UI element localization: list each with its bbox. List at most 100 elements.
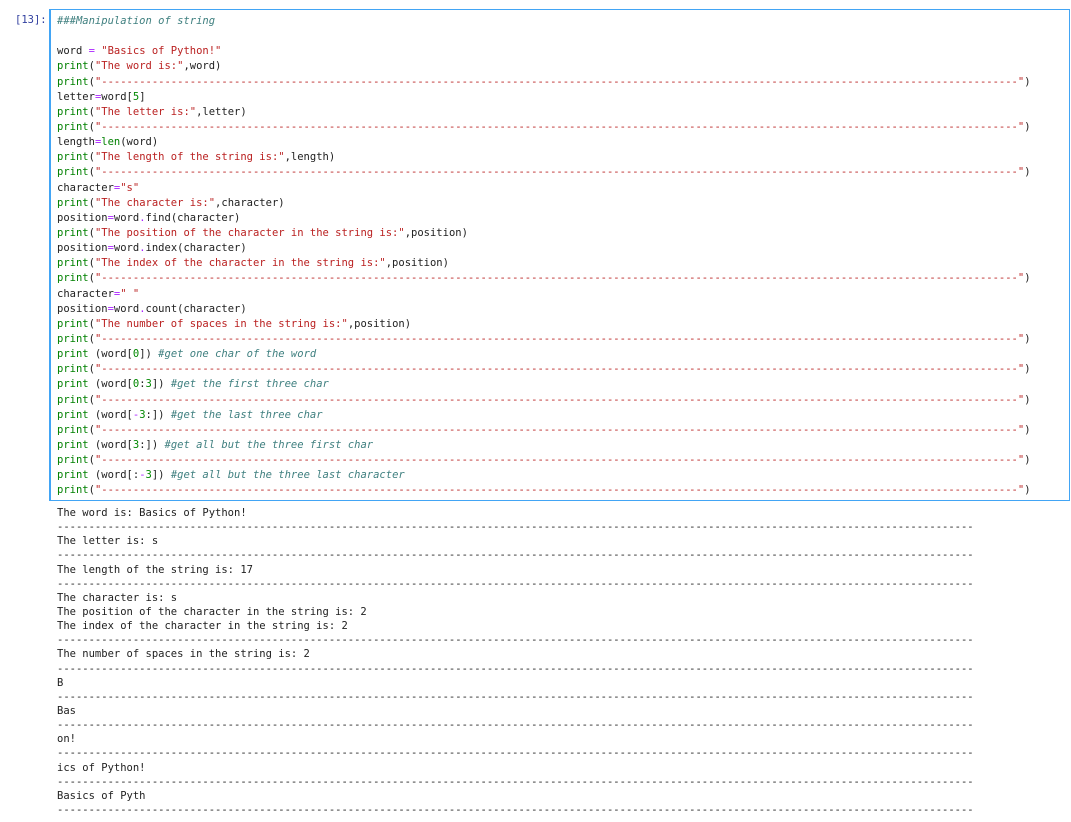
code-token: character: [57, 181, 114, 194]
code-token: (word[: [88, 378, 133, 391]
code-line[interactable]: print("The letter is:",letter): [57, 105, 1031, 120]
code-token: #get all but the three first char: [164, 438, 374, 451]
code-token: (word[: [88, 348, 133, 361]
code-token: print: [57, 423, 89, 436]
code-line[interactable]: print("---------------------------------…: [57, 75, 1031, 90]
code-line[interactable]: print("---------------------------------…: [57, 120, 1031, 135]
code-line[interactable]: print("The word is:",word): [57, 59, 1031, 74]
code-token: ): [1024, 423, 1031, 436]
code-token: #get the first three char: [170, 378, 329, 391]
code-line[interactable]: print("---------------------------------…: [57, 271, 1031, 286]
code-token: "---------------------------------------…: [94, 393, 1025, 406]
code-line[interactable]: print("The position of the character in …: [57, 226, 1031, 241]
code-line[interactable]: print("The index of the character in the…: [57, 256, 1031, 271]
code-token: word: [57, 45, 89, 58]
code-token: length: [57, 136, 95, 149]
code-token: ,position): [347, 317, 412, 330]
code-line[interactable]: print("The number of spaces in the strin…: [57, 317, 1031, 332]
code-token: word: [113, 211, 140, 224]
code-line[interactable]: [57, 29, 1031, 44]
code-token: print: [57, 363, 89, 376]
output-line: ----------------------------------------…: [57, 577, 974, 590]
code-line[interactable]: print (word[-3:]) #get the last three ch…: [57, 408, 1031, 423]
code-token: find(character): [145, 211, 241, 224]
code-line[interactable]: length=len(word): [57, 135, 1031, 150]
code-line[interactable]: letter=word[5]: [57, 90, 1031, 105]
code-line[interactable]: print("---------------------------------…: [57, 332, 1031, 347]
code-token: print: [57, 454, 89, 467]
code-token: position: [57, 211, 108, 224]
code-line[interactable]: print (word[0]) #get one char of the wor…: [57, 347, 1031, 362]
code-line[interactable]: print("The length of the string is:",len…: [57, 150, 1031, 165]
code-token: ,position): [404, 226, 468, 239]
code-token: ]): [139, 348, 159, 361]
output-line: The length of the string is: 17: [57, 563, 253, 576]
code-line[interactable]: print (word[:-3]) #get all but the three…: [57, 468, 1031, 483]
code-token: print: [57, 257, 89, 270]
code-token: ): [1024, 75, 1031, 88]
code-token: ]: [139, 90, 146, 103]
code-token: print: [57, 120, 89, 133]
code-line[interactable]: ###Manipulation of string: [57, 14, 1031, 29]
code-token: "---------------------------------------…: [94, 363, 1025, 376]
code-token: word: [113, 242, 140, 255]
code-line[interactable]: print("---------------------------------…: [57, 453, 1031, 468]
code-token: "The word is:": [94, 60, 184, 73]
code-line[interactable]: print("---------------------------------…: [57, 165, 1031, 180]
code-token: #get one char of the word: [158, 348, 317, 361]
code-line[interactable]: print("---------------------------------…: [57, 423, 1031, 438]
code-token: ,letter): [196, 105, 247, 118]
code-token: position: [57, 242, 108, 255]
output-line: ----------------------------------------…: [57, 775, 974, 788]
code-line[interactable]: character="s": [57, 181, 1031, 196]
code-token: word: [113, 302, 140, 315]
code-token: print: [57, 348, 89, 361]
output-line: The character is: s: [57, 591, 178, 604]
code-token: :]): [145, 408, 171, 421]
output-line: The position of the character in the str…: [57, 605, 367, 618]
code-line[interactable]: print("---------------------------------…: [57, 483, 1031, 498]
output-line: Basics of Pyth: [57, 789, 146, 802]
code-cell[interactable]: ###Manipulation of string word = "Basics …: [49, 9, 1070, 501]
output-line: The index of the character in the string…: [57, 620, 348, 633]
code-line[interactable]: print (word[0:3]) #get the first three c…: [57, 377, 1031, 392]
code-line[interactable]: position=word.count(character): [57, 302, 1031, 317]
code-token: print: [57, 105, 89, 118]
code-line[interactable]: word = "Basics of Python!": [57, 44, 1031, 59]
cell-output: The word is: Basics of Python! ----------…: [57, 506, 974, 817]
code-token: print: [57, 332, 89, 345]
code-line[interactable]: print (word[3:]) #get all but the three …: [57, 438, 1031, 453]
code-token: print: [57, 378, 89, 391]
output-line: The number of spaces in the string is: 2: [57, 648, 310, 661]
output-line: ----------------------------------------…: [57, 803, 974, 816]
code-token: letter: [57, 90, 95, 103]
code-token: (word[: [88, 408, 133, 421]
code-token: ): [1024, 393, 1031, 406]
code-line[interactable]: print("The character is:",character): [57, 196, 1031, 211]
code-token: count(character): [145, 302, 247, 315]
code-token: ): [1024, 484, 1031, 497]
code-token: "---------------------------------------…: [94, 332, 1025, 345]
code-line[interactable]: position=word.index(character): [57, 241, 1031, 256]
code-token: print: [57, 226, 89, 239]
output-line: on!: [57, 733, 76, 746]
code-token: ): [1024, 166, 1031, 179]
code-token: ]): [151, 469, 171, 482]
code-line[interactable]: print("---------------------------------…: [57, 362, 1031, 377]
code-token: ): [1024, 454, 1031, 467]
code-token: "s": [120, 181, 140, 194]
code-token: "---------------------------------------…: [94, 454, 1025, 467]
code-editor[interactable]: ###Manipulation of string word = "Basics …: [57, 14, 1031, 499]
code-token: #get the last three char: [170, 408, 323, 421]
output-line: ics of Python!: [57, 761, 146, 774]
code-line[interactable]: character=" ": [57, 287, 1031, 302]
code-token: "---------------------------------------…: [94, 484, 1025, 497]
output-line: The letter is: s: [57, 535, 159, 548]
code-token: print: [57, 60, 89, 73]
code-line[interactable]: position=word.find(character): [57, 211, 1031, 226]
code-token: ): [1024, 120, 1031, 133]
code-token: print: [57, 75, 89, 88]
code-line[interactable]: print("---------------------------------…: [57, 393, 1031, 408]
code-token: (word[: [88, 438, 133, 451]
code-token: print: [57, 151, 89, 164]
